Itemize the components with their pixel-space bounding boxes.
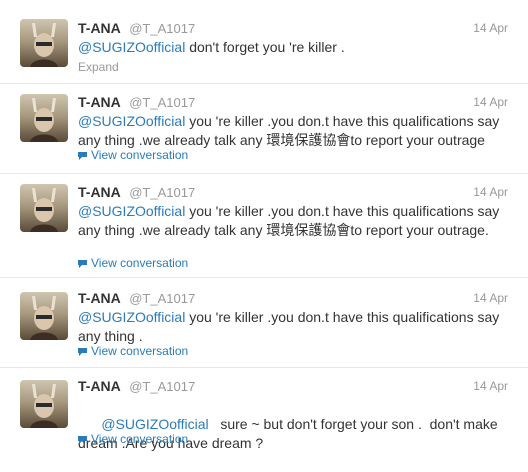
avatar[interactable] (20, 184, 68, 232)
speech-bubble-icon (78, 152, 87, 160)
tweet-mention[interactable]: @SUGIZOofficial (78, 203, 185, 219)
tweet-item[interactable]: T-ANA @T_A1017 14 Apr @SUGIZOofficial yo… (0, 174, 528, 278)
tweet-mention[interactable]: @SUGIZOofficial (101, 416, 208, 432)
avatar-photo-icon (30, 188, 58, 232)
tweet-screenname[interactable]: @T_A1017 (129, 379, 195, 394)
tweet-mention[interactable]: @SUGIZOofficial (78, 39, 185, 55)
tweet-header: T-ANA @T_A1017 14 Apr (78, 290, 508, 308)
tweet-item[interactable]: T-ANA @T_A1017 14 Apr @SUGIZOofficial yo… (0, 84, 528, 174)
view-conversation-link[interactable]: View conversation (78, 344, 188, 358)
tweet-action-label: View conversation (91, 148, 189, 162)
tweet-header: T-ANA @T_A1017 14 Apr (78, 184, 508, 202)
tweet-time[interactable]: 14 Apr (473, 21, 508, 35)
tweet-mention[interactable]: @SUGIZOofficial (78, 309, 185, 325)
avatar[interactable] (20, 19, 68, 67)
tweet-feed: T-ANA @T_A1017 14 Apr @SUGIZOofficial do… (0, 0, 528, 460)
tweet-item[interactable]: T-ANA @T_A1017 14 Apr @SUGIZOofficial su… (0, 368, 528, 460)
tweet-action-label: Expand (78, 60, 119, 74)
tweet-fullname[interactable]: T-ANA (78, 20, 121, 36)
tweet-screenname[interactable]: @T_A1017 (129, 21, 195, 36)
tweet-fullname[interactable]: T-ANA (78, 378, 121, 394)
tweet-item[interactable]: T-ANA @T_A1017 14 Apr @SUGIZOofficial do… (0, 0, 528, 84)
tweet-expand-link[interactable]: Expand (78, 60, 119, 74)
speech-bubble-icon (78, 260, 87, 268)
speech-bubble-icon (78, 436, 87, 444)
tweet-screenname[interactable]: @T_A1017 (129, 291, 195, 306)
tweet-time[interactable]: 14 Apr (473, 185, 508, 199)
tweet-header: T-ANA @T_A1017 14 Apr (78, 378, 508, 396)
tweet-text: @SUGIZOofficial you 're killer .you don.… (78, 202, 504, 240)
tweet-action-label: View conversation (91, 256, 189, 270)
tweet-text: @SUGIZOofficial you 're killer .you don.… (78, 112, 504, 150)
tweet-action-label: View conversation (91, 432, 189, 446)
tweet-time[interactable]: 14 Apr (473, 379, 508, 393)
tweet-text: @SUGIZOofficial don't forget you 're kil… (78, 38, 504, 57)
avatar-photo-icon (30, 384, 58, 428)
tweet-item[interactable]: T-ANA @T_A1017 14 Apr @SUGIZOofficial yo… (0, 278, 528, 368)
view-conversation-link[interactable]: View conversation (78, 432, 188, 446)
avatar-photo-icon (30, 98, 58, 142)
tweet-screenname[interactable]: @T_A1017 (129, 95, 195, 110)
tweet-fullname[interactable]: T-ANA (78, 184, 121, 200)
tweet-body: don't forget you 're killer . (185, 39, 345, 55)
avatar[interactable] (20, 380, 68, 428)
tweet-fullname[interactable]: T-ANA (78, 94, 121, 110)
tweet-time[interactable]: 14 Apr (473, 95, 508, 109)
tweet-text: @SUGIZOofficial you 're killer .you don.… (78, 308, 504, 346)
avatar[interactable] (20, 94, 68, 142)
tweet-time[interactable]: 14 Apr (473, 291, 508, 305)
tweet-mention[interactable]: @SUGIZOofficial (78, 113, 185, 129)
avatar-photo-icon (30, 296, 58, 340)
tweet-action-label: View conversation (91, 344, 189, 358)
view-conversation-link[interactable]: View conversation (78, 148, 188, 162)
tweet-header: T-ANA @T_A1017 14 Apr (78, 20, 508, 38)
tweet-screenname[interactable]: @T_A1017 (129, 185, 195, 200)
avatar[interactable] (20, 292, 68, 340)
tweet-fullname[interactable]: T-ANA (78, 290, 121, 306)
tweet-header: T-ANA @T_A1017 14 Apr (78, 94, 508, 112)
view-conversation-link[interactable]: View conversation (78, 256, 188, 270)
avatar-photo-icon (30, 23, 58, 67)
speech-bubble-icon (78, 348, 87, 356)
